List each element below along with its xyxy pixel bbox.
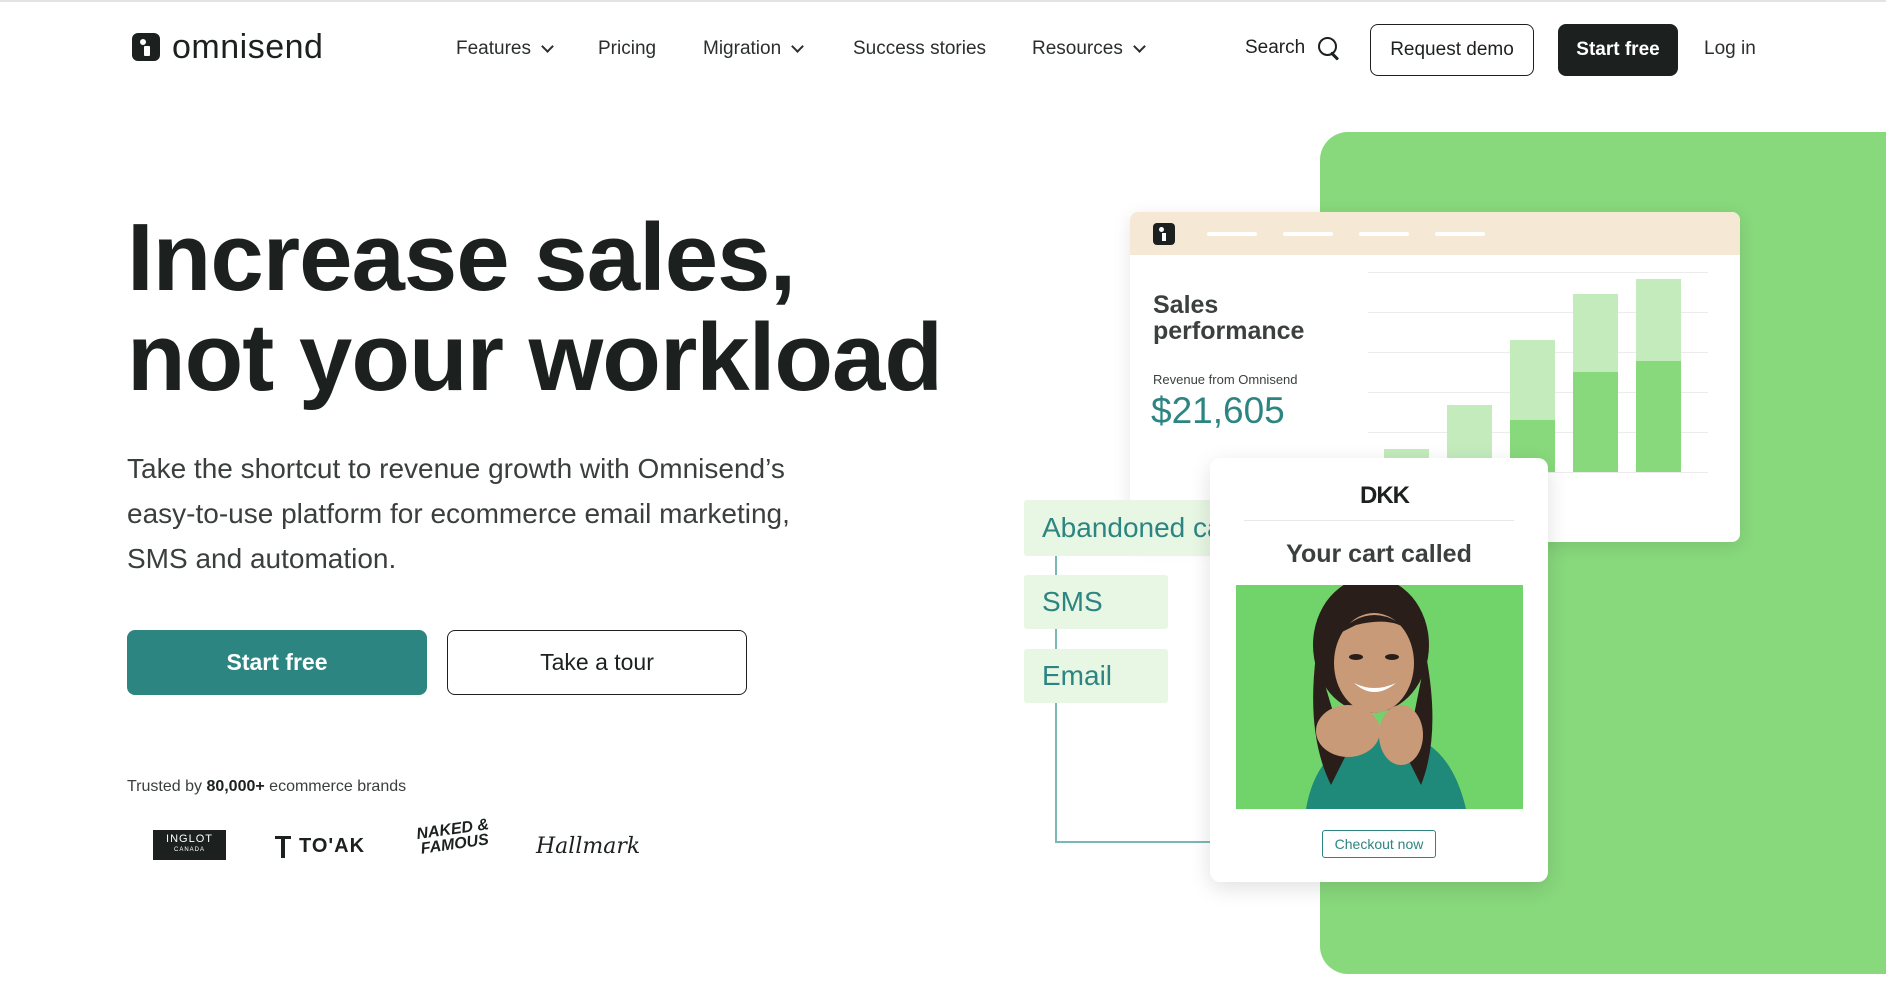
revenue-value: $21,605	[1151, 390, 1285, 431]
start-free-nav-button[interactable]: Start free	[1558, 24, 1678, 76]
portrait-illustration	[1236, 585, 1523, 809]
search-button[interactable]: Search	[1245, 36, 1341, 60]
chart-bar-segment-lower	[1573, 372, 1618, 472]
email-divider	[1244, 520, 1514, 521]
omnisend-logo-icon	[1153, 222, 1175, 245]
email-brand-mark: DKK	[1360, 482, 1410, 509]
inglot-logo-subtext: CANADA	[173, 847, 205, 853]
headline-line-1: Increase sales,	[127, 204, 796, 311]
chevron-down-icon	[541, 40, 554, 53]
toak-logo-text: TO'AK	[299, 834, 366, 857]
toak-mark-icon	[275, 834, 291, 858]
hero-headline: Increase sales, not your workload	[127, 204, 943, 411]
nav-item-migration[interactable]: Migration	[703, 38, 805, 60]
naked-famous-logo: NAKED & FAMOUS	[415, 816, 494, 867]
dashboard-placeholder-line	[1359, 231, 1409, 236]
abandoned-cart-email-card: DKK Your cart called Checkout now	[1210, 458, 1548, 882]
chart-bar	[1573, 294, 1618, 472]
trusted-suffix: ecommerce brands	[264, 778, 407, 795]
omnisend-logo-icon	[132, 33, 160, 61]
woman-smiling-photo	[1236, 585, 1523, 809]
chevron-down-icon	[791, 40, 805, 53]
revenue-label: Revenue from Omnisend	[1153, 372, 1298, 387]
trusted-prefix: Trusted by	[127, 778, 207, 795]
nav-item-success-stories[interactable]: Success stories	[853, 38, 986, 60]
chart-bar	[1636, 279, 1681, 472]
dashboard-header-bar	[1130, 212, 1740, 255]
search-icon	[1317, 36, 1341, 60]
flow-step-sms: SMS	[1024, 575, 1168, 629]
dashboard-title-line-2: performance	[1153, 317, 1305, 345]
nav-item-label: Migration	[703, 38, 782, 59]
brand-logo[interactable]: omnisend	[132, 30, 323, 64]
take-tour-button[interactable]: Take a tour	[447, 630, 747, 695]
chart-bar-segment-upper	[1510, 340, 1555, 420]
checkout-now-button[interactable]: Checkout now	[1322, 830, 1436, 858]
email-title: Your cart called	[1286, 540, 1472, 568]
dashboard-placeholder-line	[1207, 231, 1257, 236]
nav-item-pricing[interactable]: Pricing	[598, 38, 656, 60]
flow-step-email: Email	[1024, 649, 1168, 703]
chart-bar-segment-lower	[1636, 361, 1681, 472]
nav-item-label: Features	[456, 38, 531, 59]
inglot-logo: INGLOT CANADA	[153, 830, 226, 860]
chart-gridline	[1368, 272, 1708, 273]
nav-item-label: Resources	[1032, 38, 1123, 59]
start-free-button[interactable]: Start free	[127, 630, 427, 695]
dashboard-placeholder-line	[1435, 231, 1485, 236]
dashboard-title-line-1: Sales	[1153, 291, 1219, 319]
search-label: Search	[1245, 37, 1306, 58]
inglot-logo-text: INGLOT	[166, 833, 213, 845]
chart-bar-segment-upper	[1573, 294, 1618, 372]
dashboard-title: Sales performance	[1153, 292, 1304, 344]
toak-logo: TO'AK	[275, 826, 365, 866]
chart-bar-segment-upper	[1636, 279, 1681, 361]
hallmark-logo: Hallmark	[536, 833, 641, 859]
chevron-down-icon	[1132, 40, 1146, 53]
top-navigation: omnisend Features Pricing Migration Succ…	[0, 2, 1886, 94]
brand-name: omnisend	[172, 28, 324, 66]
request-demo-button[interactable]: Request demo	[1370, 24, 1534, 76]
headline-line-2: not your workload	[127, 304, 943, 411]
trusted-by-text: Trusted by 80,000+ ecommerce brands	[127, 778, 406, 796]
trusted-count: 80,000+	[206, 778, 265, 795]
login-link[interactable]: Log in	[1704, 38, 1756, 60]
chart-bar-segment-upper	[1447, 405, 1492, 458]
dashboard-placeholder-line	[1283, 231, 1333, 236]
chart-bar	[1510, 340, 1555, 472]
nav-item-label: Pricing	[598, 38, 657, 59]
hero-subtext: Take the shortcut to revenue growth with…	[127, 453, 790, 574]
nav-item-label: Success stories	[853, 38, 987, 59]
nav-item-resources[interactable]: Resources	[1032, 38, 1146, 60]
nav-item-features[interactable]: Features	[456, 38, 554, 60]
